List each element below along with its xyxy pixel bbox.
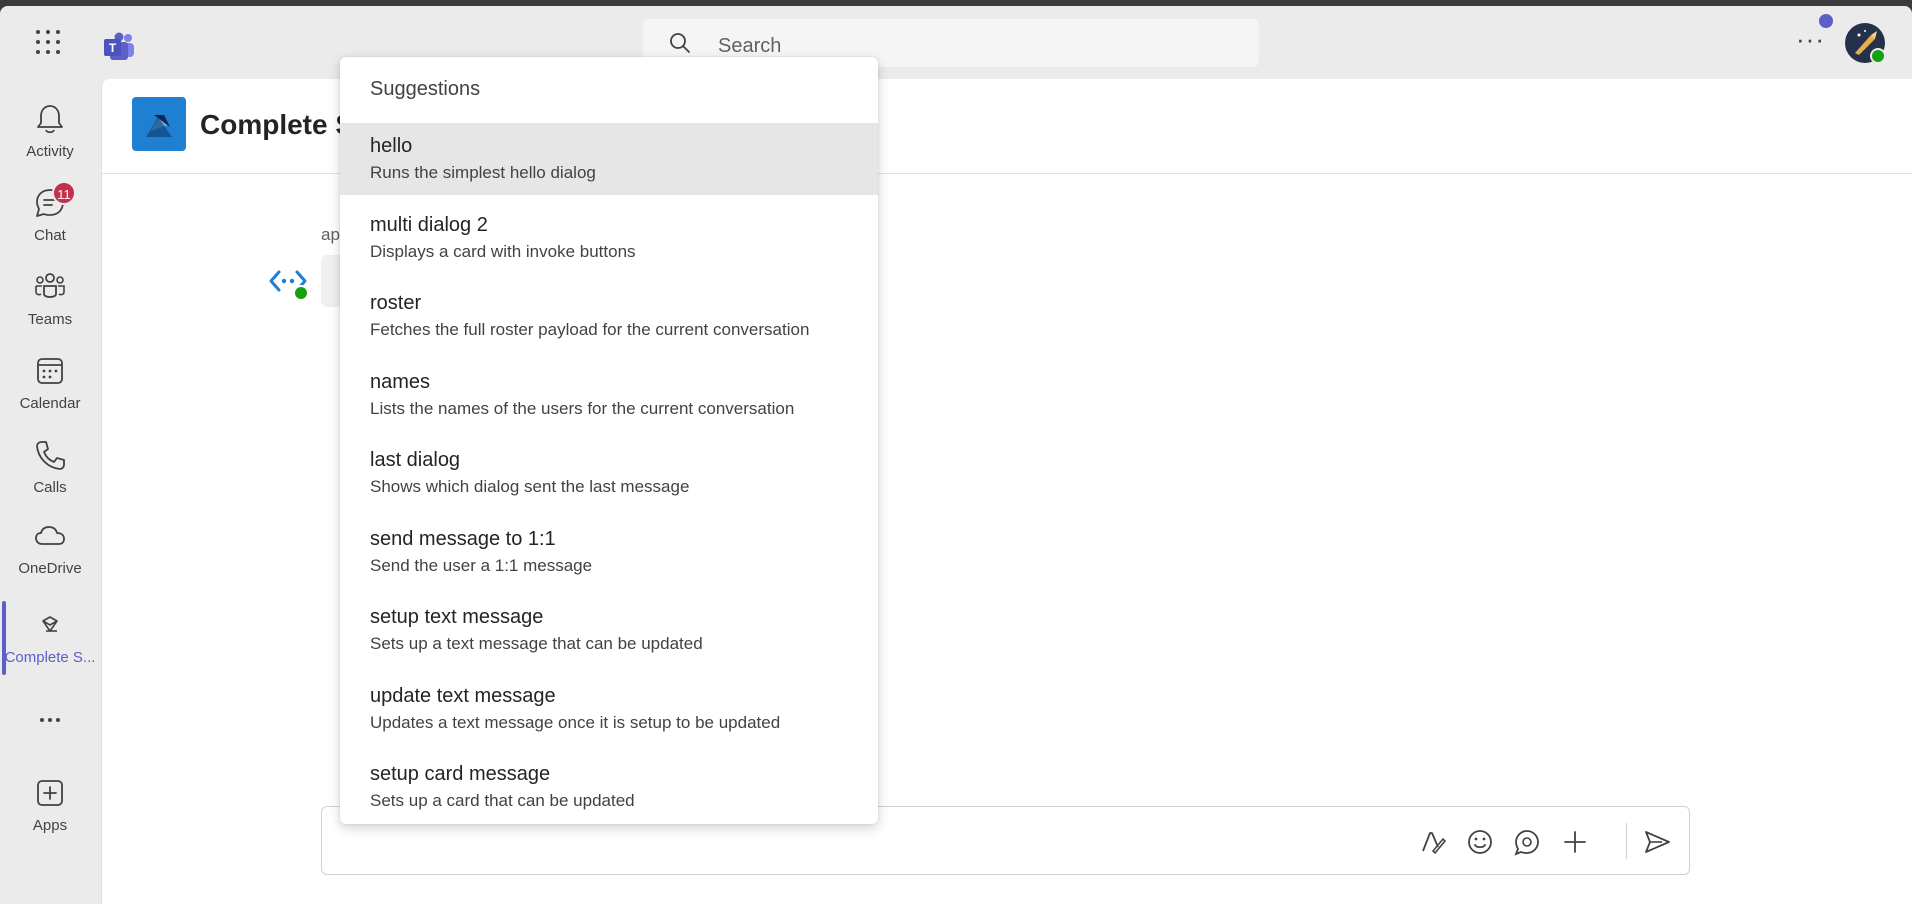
suggestion-description: Send the user a 1:1 message (370, 556, 593, 575)
top-bar: T Search ··· (0, 6, 1912, 79)
suggestion-title: setup text message (370, 606, 544, 628)
suggestion-description: Runs the simplest hello dialog (370, 163, 596, 182)
rail-item-activity[interactable]: Activity (0, 95, 100, 169)
rail-item-chat[interactable]: 11 Chat (0, 179, 100, 253)
rail-item-more[interactable] (0, 696, 100, 736)
cloud-icon (35, 526, 65, 545)
page-title: Complete S (200, 109, 355, 140)
suggestion-title: setup card message (370, 763, 551, 785)
rail-label: Calendar (19, 395, 81, 412)
rail-item-apps[interactable]: Apps (0, 769, 100, 843)
teams-logo-icon: T (104, 32, 134, 60)
rail-label: Calls (33, 479, 67, 496)
suggestion-title: last dialog (370, 449, 461, 471)
rail-item-calendar[interactable]: Calendar (0, 347, 100, 421)
divider (1626, 823, 1627, 859)
suggestion-title: roster (370, 292, 422, 314)
suggestion-title: update text message (370, 685, 556, 707)
suggestion-description: Sets up a card that can be updated (370, 791, 635, 810)
app-logo-icon (132, 97, 186, 151)
command-suggestions-popup: Suggestions hello Runs the simplest hell… (340, 57, 878, 824)
suggestion-description: Shows which dialog sent the last message (370, 477, 690, 496)
send-icon[interactable] (1642, 827, 1672, 857)
presence-available-icon (1870, 48, 1886, 64)
suggestion-title: multi dialog 2 (370, 214, 488, 236)
calendar-icon (37, 358, 63, 384)
suggestion-item[interactable]: hello Runs the simplest hello dialog (340, 123, 878, 195)
suggestion-title: hello (370, 135, 413, 157)
more-options-icon[interactable]: ··· (1796, 26, 1824, 52)
app-launcher-icon[interactable] (36, 30, 62, 56)
suggestion-description: Sets up a text message that can be updat… (370, 634, 703, 653)
suggestion-description: Fetches the full roster payload for the … (370, 320, 810, 339)
rail-item-teams[interactable]: Teams (0, 263, 100, 337)
rail-label: Activity (26, 143, 74, 160)
rail-label: Teams (27, 311, 73, 328)
suggestion-description: Lists the names of the users for the cur… (370, 399, 795, 418)
suggestions-header: Suggestions (370, 78, 481, 100)
bell-icon (37, 105, 63, 134)
add-app-icon (37, 780, 63, 806)
teams-icon (35, 273, 65, 298)
suggestion-description: Displays a card with invoke buttons (370, 242, 636, 261)
suggestion-item[interactable]: roster Fetches the full roster payload f… (340, 280, 878, 352)
suggestion-item[interactable]: multi dialog 2 Displays a card with invo… (340, 202, 878, 274)
rail-item-calls[interactable]: Calls (0, 431, 100, 505)
suggestion-item[interactable]: last dialog Shows which dialog sent the … (340, 437, 878, 509)
suggestion-item[interactable]: send message to 1:1 Send the user a 1:1 … (340, 516, 878, 588)
loop-component-icon[interactable] (1512, 827, 1542, 857)
suggestion-item[interactable]: setup text message Sets up a text messag… (340, 594, 878, 666)
rail-item-complete-sample[interactable]: Complete S... (0, 601, 100, 675)
phone-icon (36, 441, 65, 470)
app-rail: Activity 11 Chat Teams Calendar Calls On… (0, 79, 100, 904)
rail-label: Apps (32, 817, 68, 834)
svg-text:T: T (109, 41, 117, 55)
suggestion-item[interactable]: names Lists the names of the users for t… (340, 359, 878, 431)
suggestion-title: names (370, 371, 431, 393)
notification-dot (1819, 14, 1833, 28)
suggestion-item[interactable]: setup card message Sets up a card that c… (340, 751, 878, 823)
format-icon[interactable] (1417, 827, 1447, 857)
app-icon (42, 616, 58, 632)
suggestion-item[interactable]: update text message Updates a text messa… (340, 673, 878, 745)
rail-item-onedrive[interactable]: OneDrive (0, 512, 100, 586)
suggestion-title: send message to 1:1 (370, 528, 556, 550)
chat-unread-badge: 11 (52, 181, 76, 205)
message-sender: ap (321, 225, 340, 244)
more-icon (40, 718, 60, 722)
suggestion-description: Updates a text message once it is setup … (370, 713, 781, 732)
teams-window: T Search ··· Activity 11 Chat Teams Cale… (0, 6, 1912, 904)
add-icon[interactable] (1560, 827, 1590, 857)
rail-label: OneDrive (18, 560, 82, 577)
rail-label: Complete S... (4, 649, 96, 666)
presence-available-icon (293, 285, 309, 301)
search-placeholder: Search (718, 35, 782, 57)
emoji-icon[interactable] (1465, 827, 1495, 857)
rail-label: Chat (34, 227, 66, 244)
search-icon (670, 33, 690, 53)
